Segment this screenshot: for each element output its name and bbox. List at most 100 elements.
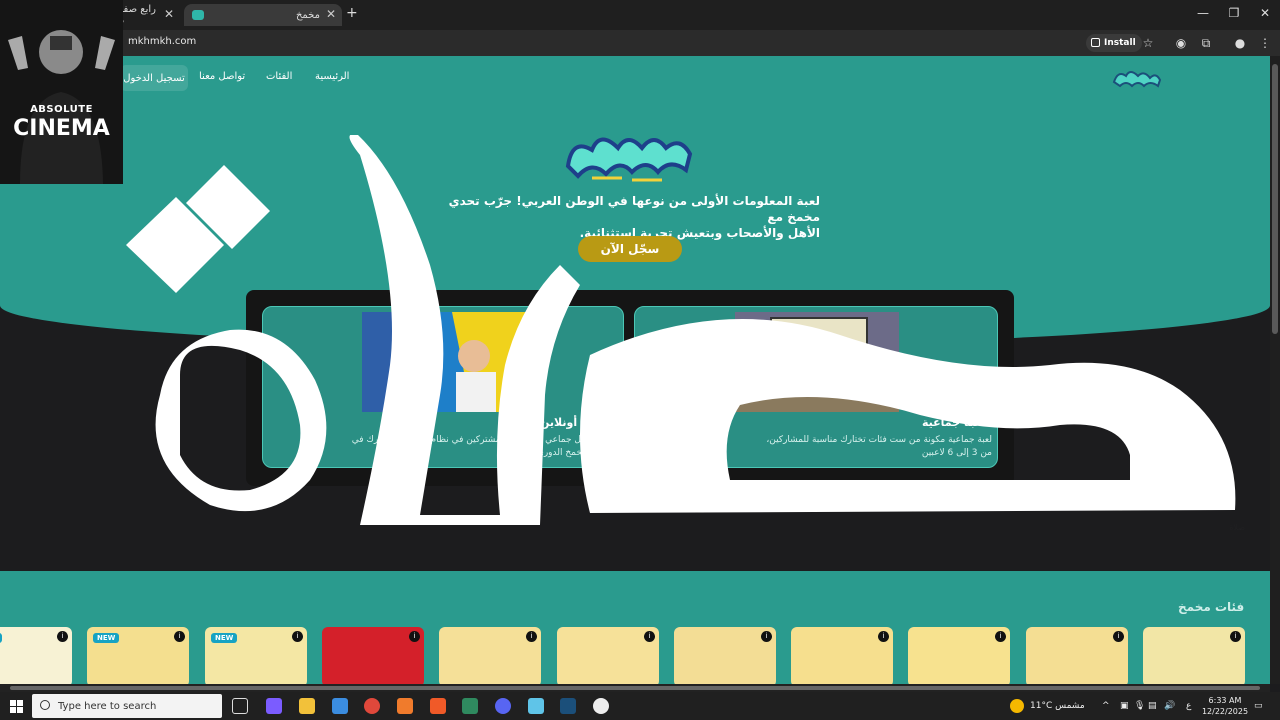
app-icon[interactable] xyxy=(528,698,544,714)
nav-categories[interactable]: الفئات xyxy=(266,71,292,82)
hero-line-1: لعبة المعلومات الأولى من نوعها في الوطن … xyxy=(448,194,820,224)
category-card[interactable]: i NEW xyxy=(87,627,189,684)
microphone-icon[interactable]: 🎙 xyxy=(1134,701,1145,711)
screen: رابع صفر م ✕ مخمخ ✕ + — ❐ ✕ mkhmkh.com I… xyxy=(0,0,1280,720)
menu-icon[interactable]: ⋮ xyxy=(1257,36,1273,50)
info-icon[interactable]: i xyxy=(644,631,655,642)
nav-contact[interactable]: تواصل معنا xyxy=(199,71,245,82)
webcam-overlay: ABSOLUTE CINEMA xyxy=(0,0,123,184)
browser-tab-active[interactable]: مخمخ ✕ xyxy=(184,4,342,26)
category-card[interactable]: i xyxy=(1026,627,1128,684)
category-card[interactable]: i xyxy=(791,627,893,684)
url-field[interactable]: mkhmkh.com xyxy=(128,36,196,47)
nav-home[interactable]: الرئيسية xyxy=(315,71,349,82)
categories-section: فئات مخمخ i i i i i i i i i NEW i NEW i NEW xyxy=(0,571,1270,684)
register-label: سجّل الآن xyxy=(600,242,660,256)
clock-date: 12/22/2025 xyxy=(1201,707,1249,716)
network-icon[interactable]: ▤ xyxy=(1148,701,1157,711)
login-label: تسجيل الدخول xyxy=(123,72,185,84)
steam-icon[interactable] xyxy=(560,698,576,714)
tray-app-icon[interactable]: ▣ xyxy=(1120,701,1129,711)
volume-icon[interactable]: 🔊 xyxy=(1164,701,1175,711)
webcam-caption-line2: CINEMA xyxy=(13,116,110,141)
close-tab-icon[interactable]: ✕ xyxy=(326,7,336,21)
online-mode-title: العب أونلاين xyxy=(540,416,607,429)
notifications-icon[interactable]: ▭ xyxy=(1254,701,1263,711)
vertical-scrollbar[interactable] xyxy=(1270,56,1280,684)
brave-icon[interactable] xyxy=(430,698,446,714)
info-icon[interactable]: i xyxy=(57,631,68,642)
info-icon[interactable]: i xyxy=(174,631,185,642)
categories-title: فئات مخمخ xyxy=(1178,600,1245,614)
close-tab-icon[interactable]: ✕ xyxy=(164,7,174,21)
extensions-icon[interactable]: ⧉ xyxy=(1198,36,1214,51)
incognito-icon[interactable]: ◉ xyxy=(1173,36,1189,50)
category-card[interactable]: i xyxy=(908,627,1010,684)
info-icon[interactable]: i xyxy=(1113,631,1124,642)
file-explorer-icon[interactable] xyxy=(299,698,315,714)
app-icon[interactable] xyxy=(593,698,609,714)
site-logo-icon[interactable] xyxy=(1110,66,1164,90)
browser-tab[interactable]: رابع صفر م ✕ xyxy=(118,4,180,26)
category-card[interactable]: i xyxy=(439,627,541,684)
scroll-thumb[interactable] xyxy=(1272,64,1278,334)
category-card[interactable]: i xyxy=(557,627,659,684)
tab-title: مخمخ xyxy=(295,9,320,21)
close-window-icon[interactable]: ✕ xyxy=(1250,6,1280,20)
new-badge: NEW xyxy=(0,633,3,643)
weather-sun-icon xyxy=(1010,699,1024,713)
group-mode-title: لعبة جماعية xyxy=(922,416,986,429)
webcam-person-image xyxy=(0,0,123,184)
info-icon[interactable]: i xyxy=(878,631,889,642)
minimize-icon[interactable]: — xyxy=(1188,6,1218,20)
restore-icon[interactable]: ❐ xyxy=(1219,6,1249,20)
discord-icon[interactable] xyxy=(495,698,511,714)
install-app-icon xyxy=(1091,38,1100,47)
copilot-icon[interactable] xyxy=(266,698,282,714)
app-icon[interactable] xyxy=(397,698,413,714)
install-label: Install xyxy=(1104,38,1136,48)
input-language[interactable]: ع xyxy=(1186,701,1191,711)
chrome-icon[interactable] xyxy=(364,698,380,714)
task-view-icon[interactable] xyxy=(232,698,248,714)
bookmark-star-icon[interactable]: ☆ xyxy=(1140,36,1156,50)
info-icon[interactable]: i xyxy=(995,631,1006,642)
online-mode-description: العب بشكل جماعي ضد خصوم مشتركين في نظام … xyxy=(351,435,618,458)
browser-tab-strip: رابع صفر م ✕ مخمخ ✕ + — ❐ ✕ xyxy=(0,0,1280,30)
group-mode-illustration xyxy=(735,312,899,412)
weather-text[interactable]: 11°C مشمس xyxy=(1030,701,1085,711)
hero-description: لعبة المعلومات الأولى من نوعها في الوطن … xyxy=(430,193,820,241)
scroll-thumb[interactable] xyxy=(10,686,1260,690)
new-badge: NEW xyxy=(93,633,120,643)
login-button[interactable]: تسجيل الدخول xyxy=(120,65,188,91)
category-card[interactable]: i xyxy=(674,627,776,684)
store-icon[interactable] xyxy=(332,698,348,714)
site-favicon-icon xyxy=(192,10,204,20)
info-icon[interactable]: i xyxy=(761,631,772,642)
info-icon[interactable]: i xyxy=(292,631,303,642)
web-page: الرئيسية الفئات تواصل معنا تسجيل الدخول … xyxy=(0,56,1270,684)
search-icon xyxy=(40,700,50,710)
info-icon[interactable]: i xyxy=(526,631,537,642)
tray-chevron-icon[interactable]: ^ xyxy=(1102,701,1110,711)
profile-icon[interactable]: ● xyxy=(1232,36,1248,50)
windows-start-icon[interactable] xyxy=(10,700,23,713)
webcam-caption-line1: ABSOLUTE xyxy=(30,104,93,115)
clock-time: 6:33 AM xyxy=(1208,696,1242,705)
clock[interactable]: 6:33 AM 12/22/2025 xyxy=(1200,695,1250,717)
excel-icon[interactable] xyxy=(462,698,478,714)
online-mode-illustration xyxy=(362,312,526,412)
category-card[interactable]: i NEW xyxy=(0,627,72,684)
search-placeholder: Type here to search xyxy=(58,700,157,712)
taskbar-search-input[interactable]: Type here to search xyxy=(32,694,222,718)
install-button[interactable]: Install xyxy=(1086,34,1142,52)
info-icon[interactable]: i xyxy=(409,631,420,642)
category-card[interactable]: i NEW xyxy=(205,627,307,684)
horizontal-scrollbar[interactable] xyxy=(0,684,1270,692)
info-icon[interactable]: i xyxy=(1230,631,1241,642)
category-card[interactable]: i xyxy=(322,627,424,684)
new-tab-button[interactable]: + xyxy=(346,5,358,21)
tab-title: رابع صفر م xyxy=(118,4,156,26)
category-card[interactable]: i xyxy=(1143,627,1245,684)
register-button[interactable]: سجّل الآن xyxy=(578,236,682,262)
